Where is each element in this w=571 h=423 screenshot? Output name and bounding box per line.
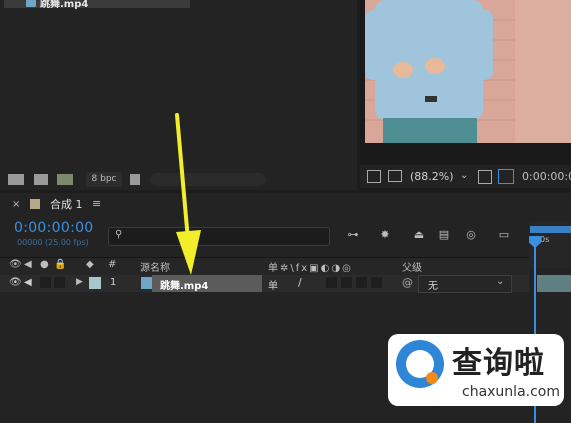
motion-blur-icon[interactable]: ◎ xyxy=(464,229,478,241)
search-icon: ⚲ xyxy=(115,229,123,240)
layer-solo-toggle[interactable] xyxy=(40,277,51,288)
quality-switch-icon[interactable]: / xyxy=(298,276,302,289)
layer-visibility-icon[interactable]: 👁 xyxy=(9,277,22,288)
shy-switch-icon[interactable]: 单 xyxy=(268,277,278,292)
parent-value: 无 xyxy=(428,281,438,292)
graph-editor-icon[interactable]: ▭ xyxy=(497,229,511,241)
work-area-bar[interactable] xyxy=(530,226,571,233)
layer-lock-toggle[interactable] xyxy=(54,277,65,288)
video-file-icon xyxy=(141,277,152,289)
interpret-footage-icon[interactable] xyxy=(8,174,24,185)
draft-3d-icon[interactable]: ✸ xyxy=(378,229,392,241)
close-tab-icon[interactable]: × xyxy=(12,199,20,210)
ruler-label: 0s xyxy=(540,235,550,244)
annotation-arrow xyxy=(175,113,201,275)
expand-triangle-icon[interactable]: ▶ xyxy=(76,277,83,287)
video-frame-image xyxy=(365,0,571,143)
region-of-interest-icon[interactable] xyxy=(478,170,492,184)
video-file-icon xyxy=(26,0,36,7)
frame-rate-display: 00000 (25.00 fps) xyxy=(17,238,89,247)
pick-whip-icon[interactable]: @ xyxy=(402,276,413,289)
new-folder-icon[interactable] xyxy=(34,174,48,185)
project-file-name[interactable]: 跳舞.mp4 xyxy=(40,0,88,10)
composition-tab[interactable]: 合成 1 xyxy=(50,196,83,212)
zoom-level[interactable]: (88.2%) xyxy=(410,170,454,183)
3d-layer-switch[interactable] xyxy=(371,277,382,288)
column-parent: 父级 xyxy=(402,263,422,274)
lock-icon[interactable]: 🔒 xyxy=(54,259,66,270)
video-preview xyxy=(365,0,571,143)
frame-blend-switch[interactable] xyxy=(341,277,352,288)
new-composition-icon[interactable] xyxy=(57,174,73,185)
zoom-chevron-icon[interactable]: ⌄ xyxy=(460,170,468,181)
transparency-grid-icon[interactable] xyxy=(498,169,514,184)
column-number: # xyxy=(108,259,117,270)
watermark-brand: 查询啦 xyxy=(452,346,545,381)
bit-depth-button[interactable]: 8 bpc xyxy=(86,172,122,187)
layer-column-header xyxy=(0,257,529,276)
layer-number: 1 xyxy=(110,277,117,288)
watermark-url: chaxunla.com xyxy=(462,384,560,400)
composition-flowchart-icon[interactable]: ⊶ xyxy=(346,229,360,241)
eye-icon[interactable]: 👁 xyxy=(9,259,22,270)
hide-shy-layers-icon[interactable]: ⏏ xyxy=(412,229,426,241)
frame-blending-icon[interactable]: ▤ xyxy=(437,229,451,241)
current-time-display[interactable]: 0:00:00:00 xyxy=(14,220,94,236)
switches-header-icons: 单✲\fx▣◐◑◎ xyxy=(268,263,353,274)
audio-icon[interactable]: ◀ xyxy=(24,259,32,270)
solo-icon[interactable]: ● xyxy=(40,259,49,270)
panel-menu-icon[interactable]: ≡ xyxy=(92,197,101,210)
motion-blur-switch[interactable] xyxy=(356,277,367,288)
watermark-logo-dot xyxy=(426,372,438,384)
viewer-timecode[interactable]: 0:00:00:00 xyxy=(522,170,571,183)
snapshot-icon[interactable] xyxy=(367,170,381,183)
label-icon[interactable]: ◆ xyxy=(86,259,94,270)
effect-switch[interactable] xyxy=(326,277,337,288)
trash-icon[interactable] xyxy=(130,174,140,185)
layer-label-color[interactable] xyxy=(89,277,101,289)
chevron-down-icon: ⌄ xyxy=(496,276,505,287)
composition-color-swatch xyxy=(30,199,40,209)
layer-audio-icon[interactable]: ◀ xyxy=(24,277,32,288)
monitor-icon[interactable] xyxy=(388,170,402,182)
layer-duration-bar[interactable] xyxy=(537,275,571,292)
